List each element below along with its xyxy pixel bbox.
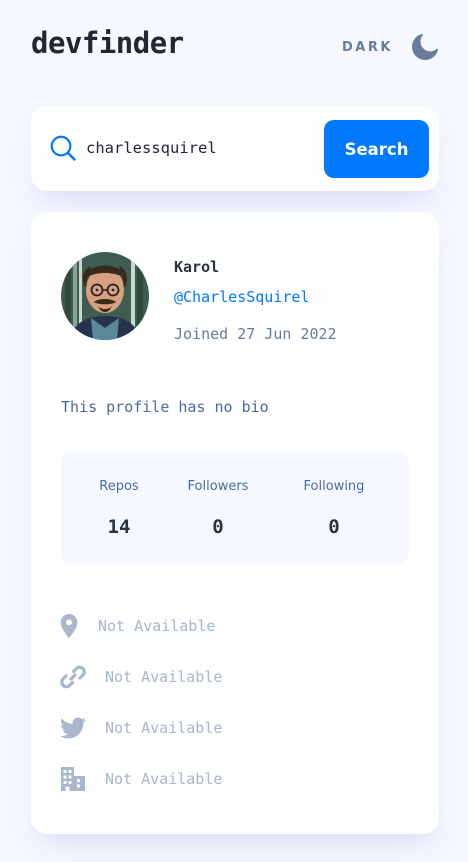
search-button[interactable]: Search	[324, 120, 429, 178]
user-bio: This profile has no bio	[61, 398, 269, 416]
theme-toggle-label: DARK	[342, 39, 393, 55]
avatar-image	[61, 252, 149, 340]
twitter-row: Not Available	[60, 713, 222, 743]
search-icon	[50, 135, 76, 161]
company-row: Not Available	[60, 764, 222, 794]
company-text: Not Available	[105, 770, 223, 788]
search-bar: Search	[31, 106, 439, 191]
twitter-icon	[60, 717, 86, 739]
stat-label: Followers	[187, 479, 249, 494]
theme-toggle-button[interactable]: DARK	[342, 32, 438, 62]
link-icon	[60, 665, 86, 689]
stat-repos: Repos 14	[64, 453, 174, 563]
stats-panel: Repos 14 Followers 0 Following 0	[61, 453, 409, 563]
moon-icon	[411, 34, 438, 60]
stat-value: 0	[328, 516, 340, 538]
blog-text: Not Available	[105, 668, 223, 686]
user-name: Karol	[174, 258, 220, 276]
location-icon	[60, 614, 78, 638]
profile-card: Karol @CharlesSquirel Joined 27 Jun 2022…	[31, 212, 439, 834]
stat-value: 0	[212, 516, 224, 538]
blog-row: Not Available	[60, 662, 222, 692]
app: devfinder DARK Search	[0, 0, 468, 862]
twitter-text: Not Available	[105, 719, 223, 737]
company-icon	[61, 767, 85, 791]
user-login-link[interactable]: @CharlesSquirel	[174, 288, 309, 306]
stat-following: Following 0	[279, 453, 389, 563]
stat-label: Repos	[99, 479, 139, 494]
stat-followers: Followers 0	[163, 453, 273, 563]
avatar	[61, 252, 149, 340]
location-text: Not Available	[98, 617, 216, 635]
location-row: Not Available	[60, 611, 215, 641]
stat-value: 14	[107, 516, 131, 538]
stat-label: Following	[303, 479, 365, 494]
app-logo: devfinder	[31, 26, 184, 60]
joined-date: Joined 27 Jun 2022	[174, 325, 337, 343]
search-input[interactable]	[86, 132, 321, 164]
